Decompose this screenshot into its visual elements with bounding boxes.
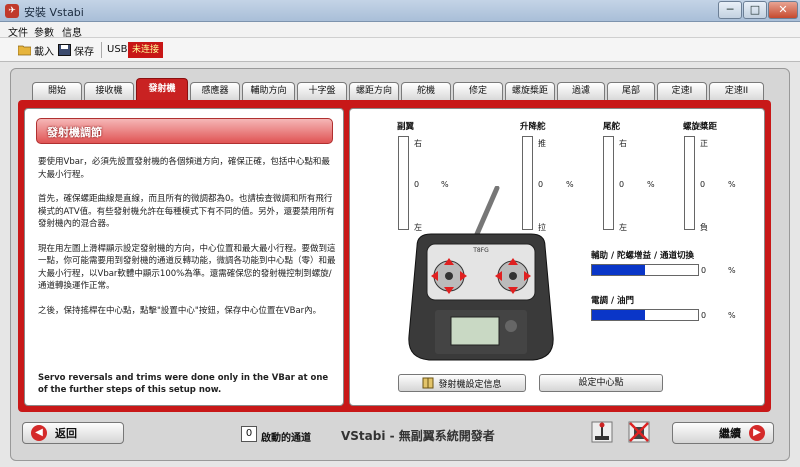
pitch-bottom-label: 負: [700, 223, 708, 232]
load-button[interactable]: 載入: [18, 42, 54, 58]
throttle-title: 電調 / 油門: [591, 296, 635, 306]
pitch-value: 0: [700, 180, 706, 189]
toolbar: 載入 保存 USB 未连接: [0, 38, 800, 62]
elevator-top-label: 推: [538, 139, 546, 148]
pitch-title: 螺旋槳距: [683, 122, 718, 132]
tx-info-button[interactable]: 發射機設定信息: [398, 374, 526, 392]
tab-blade-pitch[interactable]: 螺旋槳距: [505, 82, 555, 100]
tab-pitch-direction[interactable]: 螺距方向: [349, 82, 399, 100]
tab-swashplate[interactable]: 十字盤: [297, 82, 347, 100]
menu-info[interactable]: 信息: [62, 24, 82, 39]
throttle-bar: [591, 309, 699, 321]
window-title: 安裝 Vstabi: [24, 6, 84, 19]
active-channel-label: 啟動的通道: [261, 433, 311, 444]
save-label: 保存: [74, 46, 94, 58]
elevator-title: 升降舵: [520, 122, 546, 132]
set-center-button[interactable]: 設定中心點: [539, 374, 663, 392]
tab-aux-direction[interactable]: 輔助方向: [242, 82, 295, 100]
tab-receiver[interactable]: 接收機: [84, 82, 134, 100]
instructions-header: 發射機調節: [36, 118, 333, 144]
rudder-value: 0: [619, 180, 625, 189]
stick-icon[interactable]: [591, 421, 613, 443]
usb-status-badge: 未连接: [128, 42, 163, 58]
app-icon: ✈: [5, 4, 19, 18]
throttle-bar-fill: [592, 310, 645, 320]
pitch-unit: %: [728, 180, 736, 189]
book-icon: [422, 377, 434, 389]
rudder-bar: [603, 136, 614, 230]
transmitter-illustration: T8FG: [408, 186, 554, 361]
rudder-unit: %: [647, 180, 655, 189]
back-label: 返回: [55, 427, 77, 440]
gain-bar-fill: [592, 265, 645, 275]
minimize-button[interactable]: ─: [718, 1, 742, 19]
gain-unit: %: [728, 266, 736, 275]
menu-params[interactable]: 參數: [34, 24, 54, 39]
instruction-paragraph: 現在用左圖上滑桿顯示設定發射機的方向，中心位置和最大最小行程。要做到這一點，你可…: [38, 243, 336, 292]
instructions-title: 發射機調節: [47, 126, 102, 139]
back-arrow-icon: ◀: [31, 425, 47, 441]
close-button[interactable]: ✕: [768, 1, 798, 19]
throttle-unit: %: [728, 311, 736, 320]
next-label: 繼續: [719, 427, 741, 440]
next-arrow-icon: ▶: [749, 425, 765, 441]
rudder-top-label: 右: [619, 139, 627, 148]
gain-bar: [591, 264, 699, 276]
back-button[interactable]: ◀ 返回: [22, 422, 124, 444]
radio-brand: T8FG: [472, 247, 489, 254]
tab-governor-2[interactable]: 定速II: [709, 82, 764, 100]
tab-tail[interactable]: 尾部: [607, 82, 655, 100]
tab-start[interactable]: 開始: [32, 82, 82, 100]
toolbar-divider: [101, 42, 102, 58]
tab-sensor[interactable]: 感應器: [190, 82, 240, 100]
instruction-paragraph: 之後，保持搖桿在中心點，點擊"設置中心"按鈕，保存中心位置在VBar內。: [38, 305, 322, 316]
disabled-servo-icon[interactable]: [628, 421, 650, 443]
tab-trim[interactable]: 修定: [453, 82, 503, 100]
throttle-value: 0: [701, 311, 707, 320]
menu-file[interactable]: 文件: [8, 24, 28, 39]
save-button[interactable]: 保存: [58, 42, 94, 58]
tab-governor-1[interactable]: 定速I: [657, 82, 707, 100]
pitch-top-label: 正: [700, 139, 708, 148]
gain-value: 0: [701, 266, 707, 275]
tx-info-label: 發射機設定信息: [438, 379, 502, 390]
tab-servo[interactable]: 舵機: [401, 82, 451, 100]
pitch-bar: [684, 136, 695, 230]
instruction-paragraph: 要使用Vbar，必須先設置發射機的各個頻道方向，確保正確，包括中心點和最大最小行…: [38, 157, 330, 180]
usb-label: USB: [107, 44, 128, 55]
instruction-paragraph: 首先，確保螺距曲線是直線，而且所有的微調都為0。也請檢查微調和所有飛行模式的AT…: [38, 194, 335, 229]
tab-transmitter[interactable]: 發射機: [136, 78, 188, 101]
load-label: 載入: [34, 46, 54, 58]
maximize-button[interactable]: □: [743, 1, 767, 19]
instructions-text: 要使用Vbar，必須先設置發射機的各個頻道方向，確保正確，包括中心點和最大最小行…: [38, 156, 336, 329]
rudder-title: 尾舵: [603, 122, 621, 132]
next-button[interactable]: 繼續 ▶: [672, 422, 774, 444]
gain-title: 輔助 / 陀螺增益 / 通道切換: [591, 251, 695, 261]
tab-filter[interactable]: 過濾: [557, 82, 605, 100]
aileron-title: 副翼: [397, 122, 415, 132]
rudder-bottom-label: 左: [619, 223, 627, 232]
folder-icon: [18, 45, 31, 56]
servo-note: Servo reversals and trims were done only…: [38, 373, 329, 395]
title-bar: ✈ 安裝 Vstabi ─ □ ✕: [0, 0, 800, 22]
floppy-icon: [58, 44, 71, 56]
aileron-top-label: 右: [414, 139, 422, 148]
elevator-unit: %: [566, 180, 574, 189]
app-subtitle: VStabi - 無副翼系統開發者: [341, 429, 495, 443]
active-channel-count: 0: [241, 426, 257, 442]
menu-bar: 文件 參數 信息: [0, 22, 800, 39]
